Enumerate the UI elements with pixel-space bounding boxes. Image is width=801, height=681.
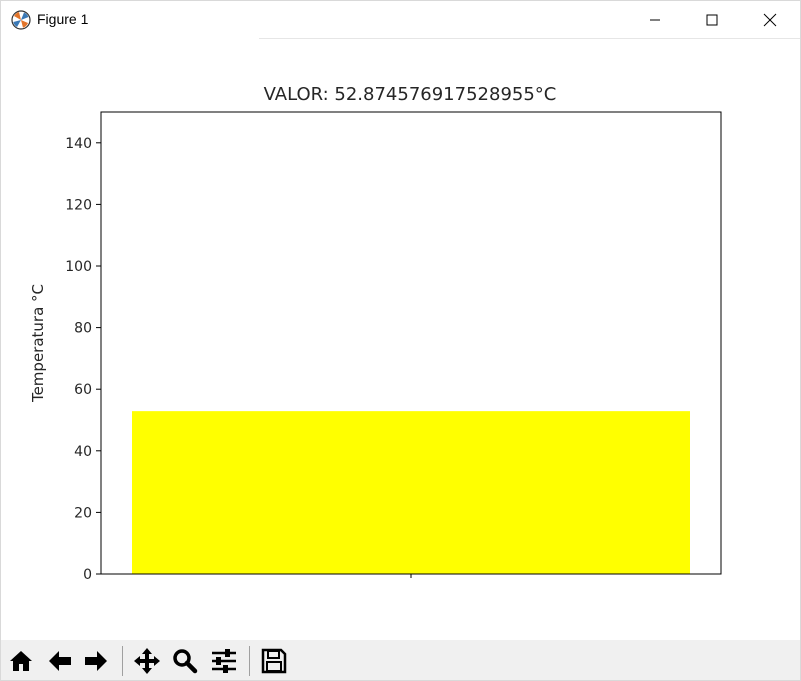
- configure-subplots-button[interactable]: [209, 644, 239, 678]
- close-icon: [763, 13, 777, 27]
- y-tick-label: 60: [74, 382, 92, 398]
- figure-window: Figure 1 VALOR: 52.874576917528955°C 0 20…: [0, 0, 801, 681]
- zoom-button[interactable]: [170, 644, 200, 678]
- y-tick-label: 120: [65, 197, 92, 213]
- back-button[interactable]: [45, 644, 75, 678]
- y-tick-label: 0: [83, 567, 92, 583]
- home-button[interactable]: [6, 644, 36, 678]
- y-tick-label: 40: [74, 444, 92, 460]
- pan-button[interactable]: [132, 644, 162, 678]
- temperature-bar: [132, 411, 690, 574]
- y-tick-label: 100: [65, 259, 92, 275]
- zoom-magnifier-icon: [173, 649, 198, 674]
- maximize-icon: [706, 14, 718, 26]
- sliders-icon: [212, 649, 236, 673]
- save-floppy-icon: [261, 648, 287, 674]
- minimize-icon: [650, 19, 660, 21]
- toolbar-separator: [249, 646, 250, 676]
- y-tick-label: 140: [65, 136, 92, 152]
- maximize-button[interactable]: [689, 1, 735, 39]
- home-icon: [10, 651, 32, 671]
- matplotlib-icon: [11, 10, 31, 30]
- y-axis-ticks: 0 20 40 60 80 100 120 140: [65, 136, 101, 583]
- forward-arrow-icon: [85, 651, 107, 671]
- y-tick-label: 80: [74, 321, 92, 337]
- close-button[interactable]: [747, 1, 793, 39]
- bars: [132, 411, 690, 574]
- window-title: Figure 1: [37, 11, 89, 27]
- title-bar: Figure 1: [1, 1, 800, 39]
- toolbar-separator: [122, 646, 123, 676]
- figure-canvas[interactable]: VALOR: 52.874576917528955°C 0 20 40 60 80 100…: [1, 39, 800, 639]
- save-button[interactable]: [259, 644, 289, 678]
- chart-title: VALOR: 52.874576917528955°C: [264, 84, 557, 105]
- minimize-button[interactable]: [632, 1, 678, 39]
- y-axis-label: Temperatura °C: [29, 284, 47, 403]
- bar-chart: VALOR: 52.874576917528955°C 0 20 40 60 80 100…: [29, 84, 722, 583]
- forward-button[interactable]: [81, 644, 111, 678]
- back-arrow-icon: [49, 651, 71, 671]
- pan-move-icon: [134, 648, 160, 674]
- y-tick-label: 20: [74, 505, 92, 521]
- navigation-toolbar: [1, 640, 800, 680]
